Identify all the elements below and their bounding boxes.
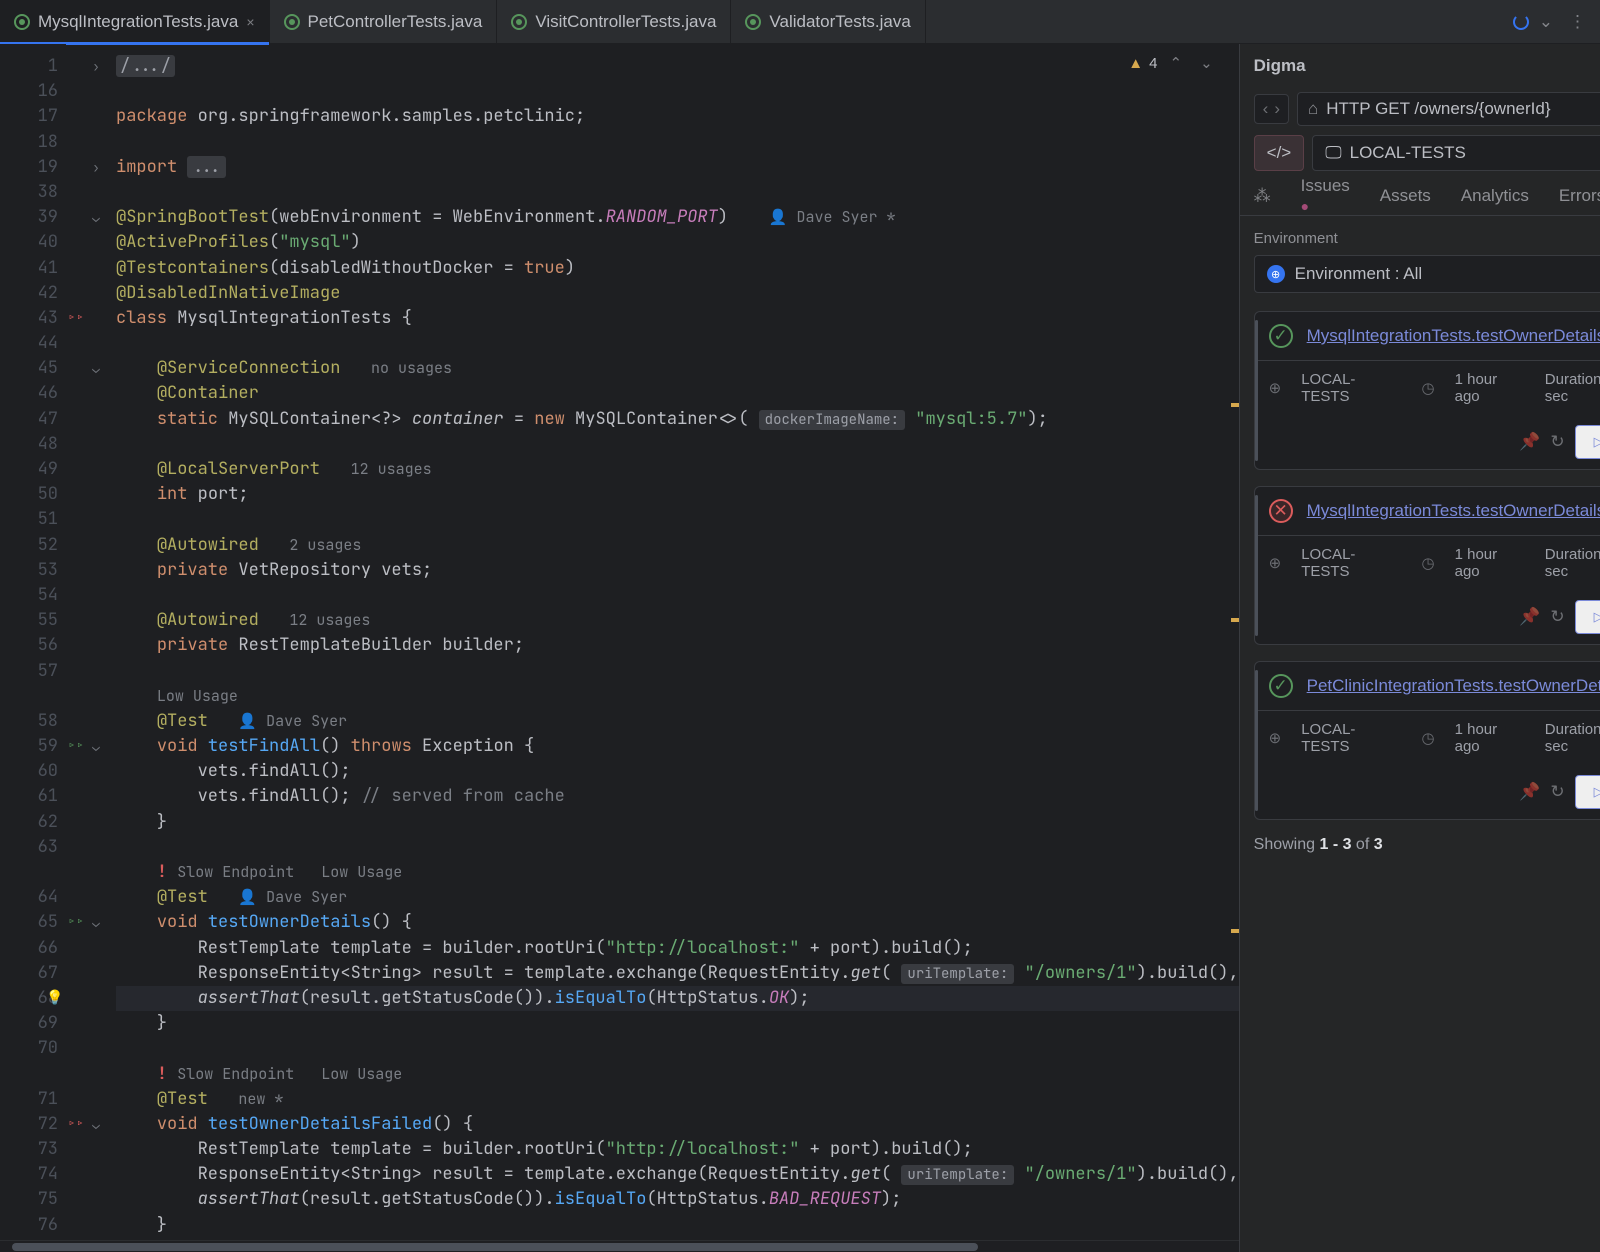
loading-icon [1513, 14, 1529, 30]
scope-code-button[interactable]: </> [1254, 135, 1305, 171]
wand-icon[interactable]: ⁂ [1254, 186, 1271, 206]
clock-icon: ◷ [1422, 729, 1435, 747]
environment-select[interactable]: ⊕ Environment : All ⌄ [1254, 255, 1600, 293]
test-card: ✓ PetClinicIntegrationTests.testOwnerDet… [1254, 661, 1600, 820]
play-icon: ▷ [1594, 434, 1600, 450]
nav-controls: ‹ › [1254, 94, 1289, 124]
tab-label: ValidatorTests.java [769, 12, 910, 32]
test-duration: Duration 2.86 sec [1545, 371, 1600, 405]
test-card: ✕ MysqlIntegrationTests.testOwnerDetails… [1254, 486, 1600, 645]
test-link[interactable]: PetClinicIntegrationTests.testOwnerDetai… [1307, 676, 1600, 696]
history-icon[interactable]: ↻ [1550, 432, 1564, 452]
java-test-icon [14, 14, 30, 30]
check-icon: ✓ [1269, 324, 1293, 348]
panel-tab-assets[interactable]: Assets [1380, 186, 1431, 206]
play-icon: ▷ [1594, 609, 1600, 625]
icon-gutter: ▹▹▹▹▹▹💡▹▹ [66, 44, 86, 1240]
clock-icon: ◷ [1422, 554, 1435, 572]
java-test-icon [745, 14, 761, 30]
cross-icon: ✕ [1269, 499, 1293, 523]
test-duration: Duration 3.32 sec [1545, 546, 1600, 580]
globe-icon: ⊕ [1267, 265, 1285, 283]
fold-gutter: ››⌄⌄⌄⌄⌄ [86, 44, 106, 1240]
close-icon[interactable]: × [246, 14, 254, 30]
play-icon: ▷ [1594, 784, 1600, 800]
editor-tab-bar: MysqlIntegrationTests.java × PetController… [0, 0, 1600, 44]
test-link[interactable]: MysqlIntegrationTests.testOwnerDetails [1307, 326, 1600, 346]
test-time: 1 hour ago [1455, 546, 1525, 580]
nav-forward-icon[interactable]: › [1274, 99, 1280, 119]
panel-title: Digma [1254, 56, 1600, 76]
tab-label: VisitControllerTests.java [535, 12, 716, 32]
test-env: LOCAL-TESTS [1301, 546, 1401, 580]
history-icon[interactable]: ↻ [1550, 782, 1564, 802]
scope-dropdown[interactable]: 🖵 LOCAL-TESTS ⌄ [1312, 135, 1600, 171]
test-duration: Duration 3.18 sec [1545, 721, 1600, 755]
pin-icon[interactable]: 📌 [1519, 782, 1540, 802]
tab-label: PetControllerTests.java [308, 12, 483, 32]
pin-icon[interactable]: 📌 [1519, 432, 1540, 452]
environment-value: Environment : All [1295, 264, 1423, 284]
java-test-icon [284, 14, 300, 30]
test-link[interactable]: MysqlIntegrationTests.testOwnerDetailsFa… [1307, 501, 1600, 521]
panel-tabs: ⁂ Issues ●AssetsAnalyticsErrorsTests [1240, 176, 1600, 216]
run-button[interactable]: ▷Run [1575, 775, 1600, 809]
digma-panel: Digma ‹ › ⌂ HTTP GET /owners/{ownerId} ◎… [1240, 44, 1600, 1252]
code-area[interactable]: /.../package org.springframework.samples… [106, 44, 1239, 1240]
editor-body[interactable]: 1161718193839404142434445464748495051525… [0, 44, 1239, 1240]
horizontal-scrollbar[interactable] [0, 1240, 1239, 1252]
home-icon[interactable]: ⌂ [1308, 99, 1318, 119]
breadcrumb-text: HTTP GET /owners/{ownerId} [1326, 99, 1550, 119]
test-env: LOCAL-TESTS [1301, 371, 1401, 405]
environment-label: Environment [1254, 230, 1600, 247]
tab-label: MysqlIntegrationTests.java [38, 12, 238, 32]
globe-icon: ⊕ [1269, 729, 1282, 747]
chevron-down-icon[interactable]: ⌄ [1533, 6, 1559, 38]
java-test-icon [511, 14, 527, 30]
globe-icon: ⊕ [1269, 379, 1282, 397]
pin-icon[interactable]: 📌 [1519, 607, 1540, 627]
editor-pane: ▲ 4 ⌃ ⌄ 11617181938394041424344454647484… [0, 44, 1240, 1252]
clock-icon: ◷ [1422, 379, 1435, 397]
history-icon[interactable]: ↻ [1550, 607, 1564, 627]
breadcrumb[interactable]: ⌂ HTTP GET /owners/{ownerId} ◎ [1297, 92, 1600, 126]
editor-scrollbar[interactable] [1225, 44, 1239, 1240]
run-test-icon[interactable]: ▹▹ [68, 737, 85, 755]
pagination-text: Showing 1 - 3 of 3 [1254, 836, 1600, 854]
editor-tab[interactable]: PetControllerTests.java [270, 0, 498, 44]
editor-tab[interactable]: ValidatorTests.java [731, 0, 925, 44]
test-env: LOCAL-TESTS [1301, 721, 1401, 755]
panel-tab-issues[interactable]: Issues ● [1301, 176, 1350, 216]
line-gutter: 1161718193839404142434445464748495051525… [0, 44, 66, 1240]
run-test-failed-icon[interactable]: ▹▹ [68, 1115, 85, 1133]
scope-value: LOCAL-TESTS [1350, 143, 1466, 163]
test-card: ✓ MysqlIntegrationTests.testOwnerDetails… [1254, 311, 1600, 470]
monitor-icon: 🖵 [1325, 143, 1341, 163]
test-time: 1 hour ago [1455, 371, 1525, 405]
nav-back-icon[interactable]: ‹ [1263, 99, 1269, 119]
more-menu-icon[interactable]: ⋮ [1563, 6, 1592, 38]
intention-bulb-icon[interactable]: 💡 [46, 986, 63, 1011]
globe-icon: ⊕ [1269, 554, 1282, 572]
run-button[interactable]: ▷Run [1575, 600, 1600, 634]
editor-tab[interactable]: MysqlIntegrationTests.java × [0, 0, 270, 44]
test-time: 1 hour ago [1455, 721, 1525, 755]
panel-tab-errors[interactable]: Errors [1559, 186, 1600, 206]
editor-tab[interactable]: VisitControllerTests.java [497, 0, 731, 44]
check-icon: ✓ [1269, 674, 1293, 698]
run-test-icon[interactable]: ▹▹ [68, 913, 85, 931]
run-test-failed-icon[interactable]: ▹▹ [68, 309, 85, 327]
panel-tab-analytics[interactable]: Analytics [1461, 186, 1529, 206]
run-button[interactable]: ▷Run [1575, 425, 1600, 459]
